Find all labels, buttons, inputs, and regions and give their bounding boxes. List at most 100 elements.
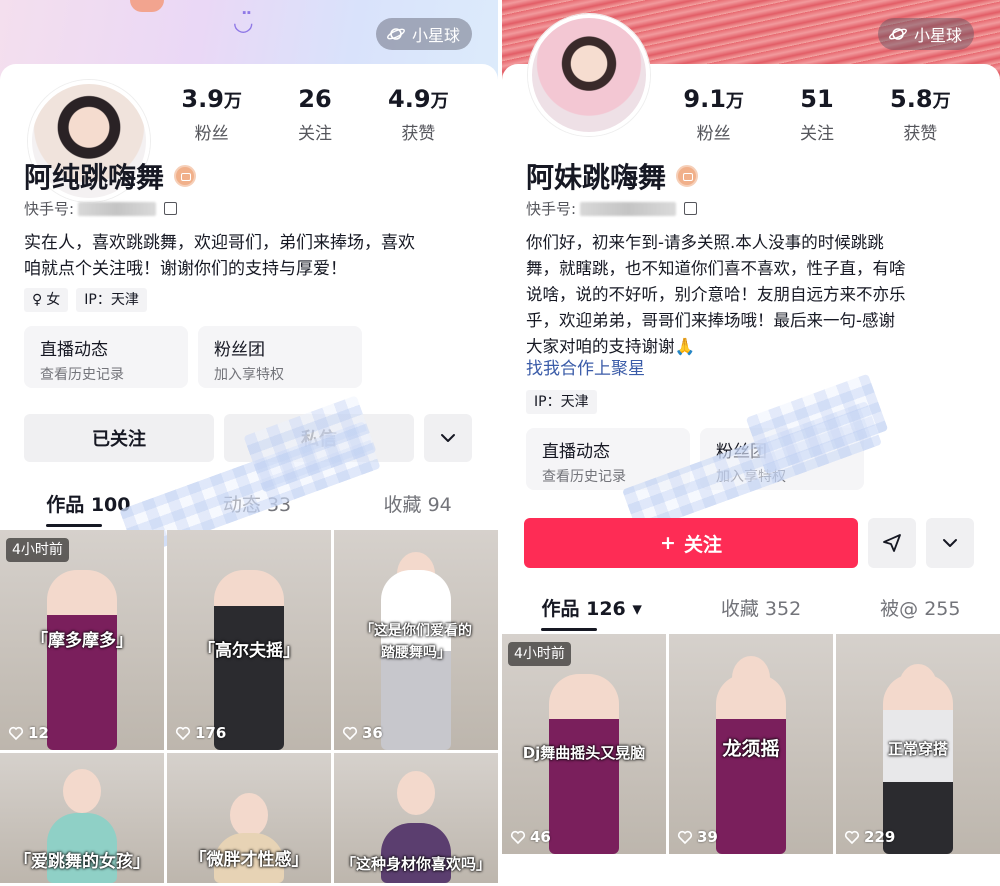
work-caption: Dj舞曲摇头又晃脑 xyxy=(522,744,646,762)
works-grid: 4小时前 Dj舞曲摇头又晃脑 46 龙须摇 39 正常穿搭 229 xyxy=(502,634,1000,854)
kuaishou-id: 快手号: xyxy=(526,198,698,219)
followed-label: 已关注 xyxy=(92,429,146,450)
level-badge-icon[interactable] xyxy=(676,165,699,187)
likes-count: 39 xyxy=(697,828,718,846)
follow-label: 关注 xyxy=(683,533,722,556)
nickname-text: 阿纯跳嗨舞 xyxy=(24,161,165,194)
work-caption: 龙须摇 xyxy=(722,738,780,760)
work-likes: 12 xyxy=(8,724,49,742)
figure xyxy=(47,570,117,750)
tab-works[interactable]: 作品 126 ▾ xyxy=(541,594,642,631)
planet-icon xyxy=(889,28,907,40)
stat-label: 粉丝 xyxy=(696,124,731,144)
chevron-down-icon xyxy=(943,539,957,547)
stat-fans[interactable]: 9.1万 粉丝 xyxy=(664,84,764,144)
figure-head xyxy=(230,793,268,837)
business-cooperation-link[interactable]: 找我合作上聚星 xyxy=(526,354,645,379)
work-likes: 46 xyxy=(510,828,551,846)
figure xyxy=(549,674,619,854)
stat-value: 26 xyxy=(298,85,332,113)
stat-likes[interactable]: 4.9万 获赞 xyxy=(368,84,468,144)
profile-card: 9.1万 粉丝 51 关注 5.8万 获赞 阿妹跳嗨舞 快手号: 你们好，初来乍… xyxy=(502,14,1000,886)
stat-unit: 万 xyxy=(932,91,951,112)
banner-decoration xyxy=(130,0,164,12)
likes-count: 12 xyxy=(28,724,49,742)
figure xyxy=(883,674,953,854)
work-caption: 「爱跳舞的女孩」 xyxy=(14,852,150,872)
work-tile[interactable]: 4小时前 Dj舞曲摇头又晃脑 46 xyxy=(502,634,666,854)
stat-fans[interactable]: 3.9万 粉丝 xyxy=(162,84,262,144)
profile-card: 3.9万 粉丝 26 关注 4.9万 获赞 阿纯跳嗨舞 快手号: 实在人，喜欢跳… xyxy=(0,64,498,886)
stat-value: 5.8 xyxy=(890,85,933,113)
profile-stats: 9.1万 粉丝 51 关注 5.8万 获赞 xyxy=(662,84,972,144)
chevron-down-icon xyxy=(441,434,455,442)
followed-button[interactable]: 已关注 xyxy=(24,414,214,462)
stat-value: 3.9 xyxy=(181,85,224,113)
stat-following[interactable]: 26 关注 xyxy=(265,84,365,144)
work-tile[interactable]: 正常穿搭 229 xyxy=(836,634,1000,854)
tag-gender: ♀ 女 xyxy=(24,288,69,312)
copy-icon[interactable] xyxy=(684,202,698,215)
work-caption: 「摩多摩多」 xyxy=(31,631,133,651)
fan-club-card[interactable]: 粉丝团 加入享特权 xyxy=(198,326,362,388)
share-button[interactable] xyxy=(868,518,916,568)
copy-icon[interactable] xyxy=(164,202,178,215)
stat-value: 9.1 xyxy=(683,85,726,113)
profile-panel-right: 小星球 9.1万 粉丝 51 关注 5.8万 获赞 阿妹跳嗨舞 快手号: 你们好… xyxy=(502,0,1000,886)
work-tile[interactable]: 4小时前 「摩多摩多」 12 xyxy=(0,530,164,750)
stat-unit: 万 xyxy=(430,91,449,112)
heart-icon xyxy=(677,830,693,845)
tab-favorites[interactable]: 收藏 352 xyxy=(721,594,801,631)
figure-head xyxy=(63,769,101,813)
tag-text: 女 xyxy=(46,292,61,308)
stat-label: 获赞 xyxy=(903,124,938,144)
avatar[interactable] xyxy=(528,14,650,136)
feature-title: 直播动态 xyxy=(542,442,610,462)
female-icon: ♀ xyxy=(32,292,43,308)
more-options-button[interactable] xyxy=(424,414,472,462)
plus-icon: + xyxy=(660,532,676,554)
feature-subtitle: 加入享特权 xyxy=(214,367,284,383)
likes-count: 36 xyxy=(362,724,383,742)
works-grid: 4小时前 「摩多摩多」 12 「高尔夫摇」 176 「这是你们爱看的 踏腰舞吗」… xyxy=(0,530,498,883)
profile-nickname: 阿妹跳嗨舞 xyxy=(526,156,699,196)
stat-label: 粉丝 xyxy=(194,124,229,144)
stat-following[interactable]: 51 关注 xyxy=(767,84,867,144)
profile-bio: 实在人，喜欢跳跳舞，欢迎哥们，弟们来捧场，喜欢 咱就点个关注哦！谢谢你们的支持与… xyxy=(24,233,415,279)
paper-plane-icon xyxy=(883,534,901,552)
stat-likes[interactable]: 5.8万 获赞 xyxy=(870,84,970,144)
live-history-card[interactable]: 直播动态 查看历史记录 xyxy=(24,326,188,388)
level-badge-icon[interactable] xyxy=(174,165,197,187)
profile-tags: ♀ 女 IP：天津 xyxy=(24,288,147,312)
work-tile[interactable]: 「这种身材你喜欢吗」 xyxy=(334,753,498,883)
heart-icon xyxy=(342,726,358,741)
little-planet-label: 小星球 xyxy=(913,26,962,45)
work-caption: 「这种身材你喜欢吗」 xyxy=(340,855,491,873)
work-tile[interactable]: 「微胖才性感」 xyxy=(167,753,331,883)
smile-decoration-icon: ◡̈ xyxy=(234,8,253,36)
work-tile[interactable]: 龙须摇 39 xyxy=(669,634,833,854)
work-tile[interactable]: 「这是你们爱看的 踏腰舞吗」 36 xyxy=(334,530,498,750)
work-caption: 正常穿搭 xyxy=(887,740,948,758)
profile-nickname: 阿纯跳嗨舞 xyxy=(24,156,197,196)
work-tile[interactable]: 「高尔夫摇」 176 xyxy=(167,530,331,750)
stat-label: 获赞 xyxy=(401,124,436,144)
little-planet-button[interactable]: 小星球 xyxy=(877,18,974,50)
more-options-button[interactable] xyxy=(926,518,974,568)
time-badge: 4小时前 xyxy=(508,642,571,666)
tag-text: IP：天津 xyxy=(84,292,139,308)
stat-label: 关注 xyxy=(297,124,332,144)
work-tile[interactable]: 「爱跳舞的女孩」 xyxy=(0,753,164,883)
profile-bio: 你们好，初来乍到-请多关照.本人没事的时候跳跳 舞，就瞎跳，也不知道你们喜不喜欢… xyxy=(526,233,906,356)
work-likes: 36 xyxy=(342,724,383,742)
stat-label: 关注 xyxy=(799,124,834,144)
tab-favorites[interactable]: 收藏 94 xyxy=(384,490,452,527)
tab-mentions[interactable]: 被@ 255 xyxy=(880,594,960,631)
little-planet-button[interactable]: 小星球 xyxy=(375,18,472,50)
kuaishou-id: 快手号: xyxy=(24,198,178,219)
nickname-text: 阿妹跳嗨舞 xyxy=(526,161,667,194)
feature-subtitle: 查看历史记录 xyxy=(40,367,124,383)
tab-works[interactable]: 作品 100 xyxy=(46,490,130,527)
blurred-id xyxy=(78,201,157,216)
follow-button[interactable]: + 关注 xyxy=(524,518,858,568)
